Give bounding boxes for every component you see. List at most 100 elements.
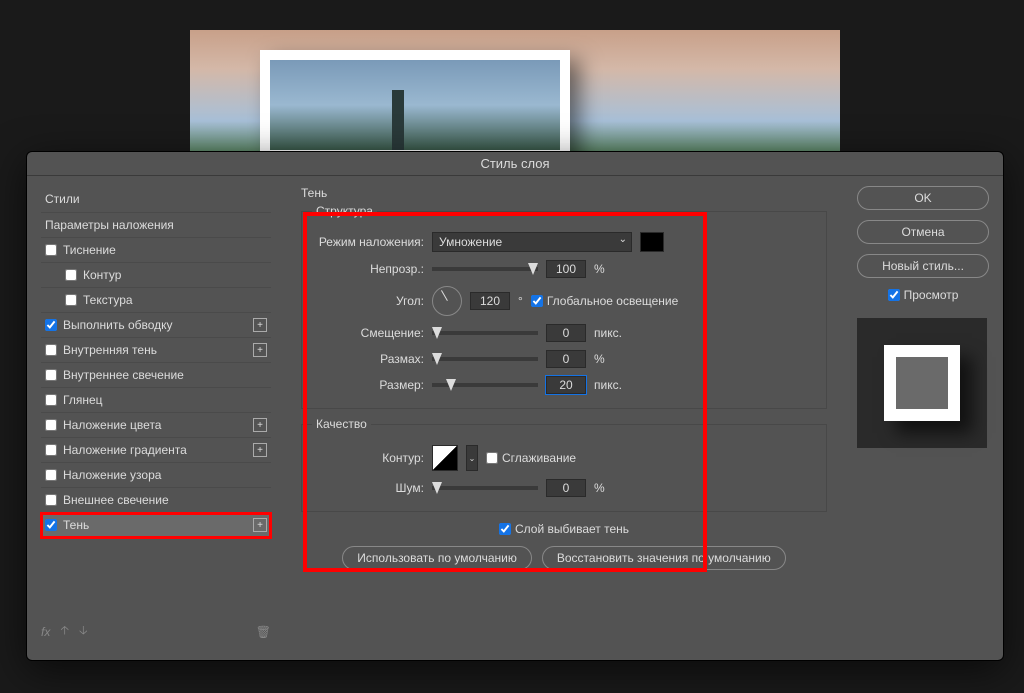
shadow-color-swatch[interactable]: [640, 232, 664, 252]
antialias-label: Сглаживание: [502, 451, 576, 465]
color-overlay-label: Наложение цвета: [63, 418, 161, 432]
stroke-label: Выполнить обводку: [63, 318, 173, 332]
outer-glow-label: Внешнее свечение: [63, 493, 169, 507]
inner-glow-label: Внутреннее свечение: [63, 368, 184, 382]
cancel-button[interactable]: Отмена: [857, 220, 989, 244]
dialog-title: Стиль слоя: [27, 152, 1003, 176]
size-unit: пикс.: [594, 378, 622, 392]
pattern-overlay-label: Наложение узора: [63, 468, 161, 482]
style-inner-shadow[interactable]: Внутренняя тень +: [41, 338, 271, 363]
texture-checkbox[interactable]: [65, 294, 77, 306]
color-overlay-add-icon[interactable]: +: [253, 418, 267, 432]
spread-unit: %: [594, 352, 605, 366]
knockout-checkbox[interactable]: Слой выбивает тень: [499, 522, 629, 536]
preview-label: Просмотр: [904, 288, 959, 302]
style-contour[interactable]: Контур: [41, 263, 271, 288]
noise-thumb[interactable]: [432, 482, 442, 494]
color-overlay-checkbox[interactable]: [45, 419, 57, 431]
bevel-label: Тиснение: [63, 243, 116, 257]
trash-icon[interactable]: 🗑: [256, 625, 271, 639]
spread-slider[interactable]: [432, 357, 538, 361]
inner-glow-checkbox[interactable]: [45, 369, 57, 381]
style-color-overlay[interactable]: Наложение цвета +: [41, 413, 271, 438]
distance-label: Смещение:: [312, 326, 424, 340]
blend-mode-label: Режим наложения:: [312, 235, 424, 249]
style-gradient-overlay[interactable]: Наложение градиента+: [41, 438, 271, 463]
texture-label: Текстура: [83, 293, 133, 307]
bevel-checkbox[interactable]: [45, 244, 57, 256]
quality-group: Качество Контур: ⌄ Сглаживание Шум: %: [301, 417, 827, 512]
blending-options[interactable]: Параметры наложения: [41, 212, 271, 238]
pattern-overlay-checkbox[interactable]: [45, 469, 57, 481]
style-bevel[interactable]: Тиснение: [41, 238, 271, 263]
antialias-checkbox[interactable]: Сглаживание: [486, 451, 576, 465]
layer-style-dialog: Стиль слоя Стили Параметры наложения Тис…: [26, 151, 1004, 661]
gradient-overlay-add-icon[interactable]: +: [253, 443, 267, 457]
global-light-checkbox[interactable]: Глобальное освещение: [531, 294, 678, 308]
style-pattern-overlay[interactable]: Наложение узора: [41, 463, 271, 488]
contour-checkbox[interactable]: [65, 269, 77, 281]
ok-button[interactable]: OK: [857, 186, 989, 210]
noise-input[interactable]: [546, 479, 586, 497]
distance-slider[interactable]: [432, 331, 538, 335]
spread-input[interactable]: [546, 350, 586, 368]
style-outer-glow[interactable]: Внешнее свечение: [41, 488, 271, 513]
drop-shadow-label: Тень: [63, 518, 89, 532]
angle-label: Угол:: [312, 294, 424, 308]
styles-sidebar: Стили Параметры наложения Тиснение Конту…: [27, 176, 285, 658]
inner-shadow-add-icon[interactable]: +: [253, 343, 267, 357]
stroke-add-icon[interactable]: +: [253, 318, 267, 332]
style-satin[interactable]: Глянец: [41, 388, 271, 413]
distance-input[interactable]: [546, 324, 586, 342]
blending-label: Параметры наложения: [45, 218, 174, 232]
style-drop-shadow[interactable]: Тень +: [41, 513, 271, 538]
noise-unit: %: [594, 481, 605, 495]
reset-default-button[interactable]: Восстановить значения по умолчанию: [542, 546, 786, 570]
distance-unit: пикс.: [594, 326, 622, 340]
style-texture[interactable]: Текстура: [41, 288, 271, 313]
contour-label: Контур: [83, 268, 121, 282]
opacity-label: Непрозр.:: [312, 262, 424, 276]
sidebar-footer: fx 🡡 🡣 🗑: [41, 615, 271, 648]
structure-legend: Структура: [312, 204, 377, 218]
styles-header[interactable]: Стили: [41, 186, 271, 212]
photo-content: [270, 60, 560, 150]
size-input[interactable]: [546, 376, 586, 394]
drop-shadow-add-icon[interactable]: +: [253, 518, 267, 532]
move-up-icon[interactable]: 🡡: [60, 621, 69, 642]
contour-dropdown-icon[interactable]: ⌄: [466, 445, 478, 471]
angle-input[interactable]: [470, 292, 510, 310]
knockout-label: Слой выбивает тень: [515, 522, 629, 536]
dialog-actions: OK Отмена Новый стиль... Просмотр: [843, 176, 1003, 658]
noise-slider[interactable]: [432, 486, 538, 490]
distance-thumb[interactable]: [432, 327, 442, 339]
preview-inner: [884, 345, 960, 421]
inner-shadow-label: Внутренняя тень: [63, 343, 157, 357]
angle-dial[interactable]: [432, 286, 462, 316]
style-stroke[interactable]: Выполнить обводку +: [41, 313, 271, 338]
outer-glow-checkbox[interactable]: [45, 494, 57, 506]
contour-swatch[interactable]: [432, 445, 458, 471]
move-down-icon[interactable]: 🡣: [79, 621, 88, 642]
size-label: Размер:: [312, 378, 424, 392]
spread-thumb[interactable]: [432, 353, 442, 365]
contour-label: Контур:: [312, 451, 424, 465]
gradient-overlay-checkbox[interactable]: [45, 444, 57, 456]
satin-checkbox[interactable]: [45, 394, 57, 406]
new-style-button[interactable]: Новый стиль...: [857, 254, 989, 278]
inner-shadow-checkbox[interactable]: [45, 344, 57, 356]
blend-mode-select[interactable]: Умножение: [432, 232, 632, 252]
opacity-input[interactable]: [546, 260, 586, 278]
make-default-button[interactable]: Использовать по умолчанию: [342, 546, 532, 570]
fx-icon[interactable]: fx: [41, 625, 50, 639]
opacity-slider[interactable]: [432, 267, 538, 271]
drop-shadow-checkbox[interactable]: [45, 519, 57, 531]
angle-unit: °: [518, 294, 523, 308]
opacity-thumb[interactable]: [528, 263, 538, 275]
photo-frame: [260, 50, 570, 160]
preview-checkbox[interactable]: Просмотр: [857, 288, 989, 302]
size-slider[interactable]: [432, 383, 538, 387]
style-inner-glow[interactable]: Внутреннее свечение: [41, 363, 271, 388]
stroke-checkbox[interactable]: [45, 319, 57, 331]
size-thumb[interactable]: [446, 379, 456, 391]
